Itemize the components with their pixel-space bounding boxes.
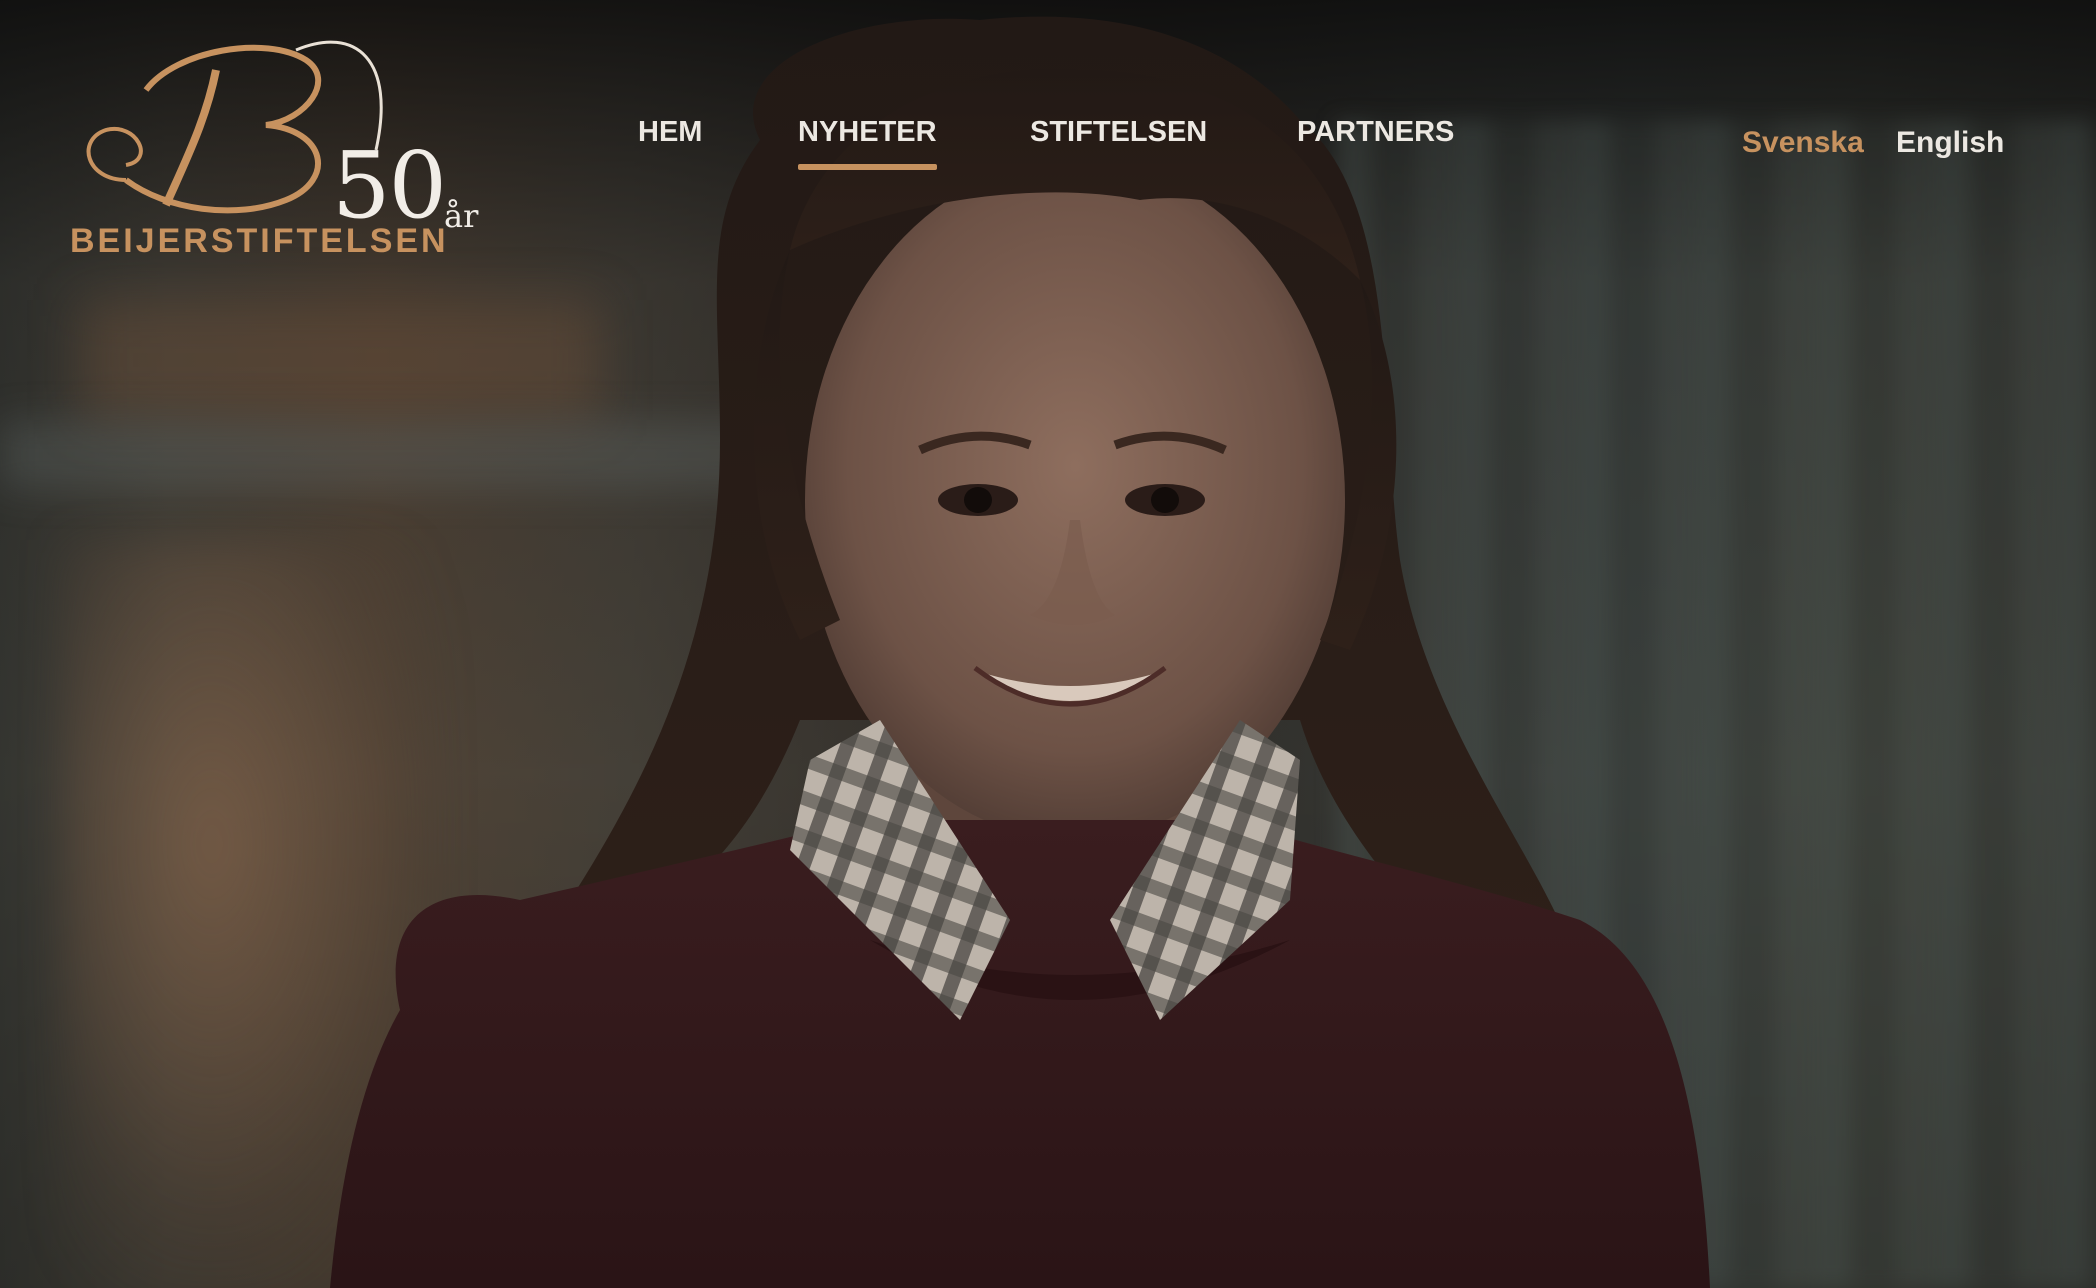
hero-section: 50 år BEIJERSTIFTELSEN HEM NYHETER STIFT…: [0, 0, 2096, 1288]
nav-item-partners[interactable]: PARTNERS: [1297, 116, 1454, 149]
nav-item-hem[interactable]: HEM: [638, 116, 702, 149]
language-english[interactable]: English: [1896, 126, 2004, 160]
logo-wordmark[interactable]: BEIJERSTIFTELSEN: [70, 222, 449, 261]
nav-item-nyheter[interactable]: NYHETER: [798, 116, 937, 170]
logo-years-suffix: år: [444, 197, 479, 235]
nav-item-stiftelsen[interactable]: STIFTELSEN: [1030, 116, 1207, 149]
language-svenska[interactable]: Svenska: [1742, 126, 1864, 160]
